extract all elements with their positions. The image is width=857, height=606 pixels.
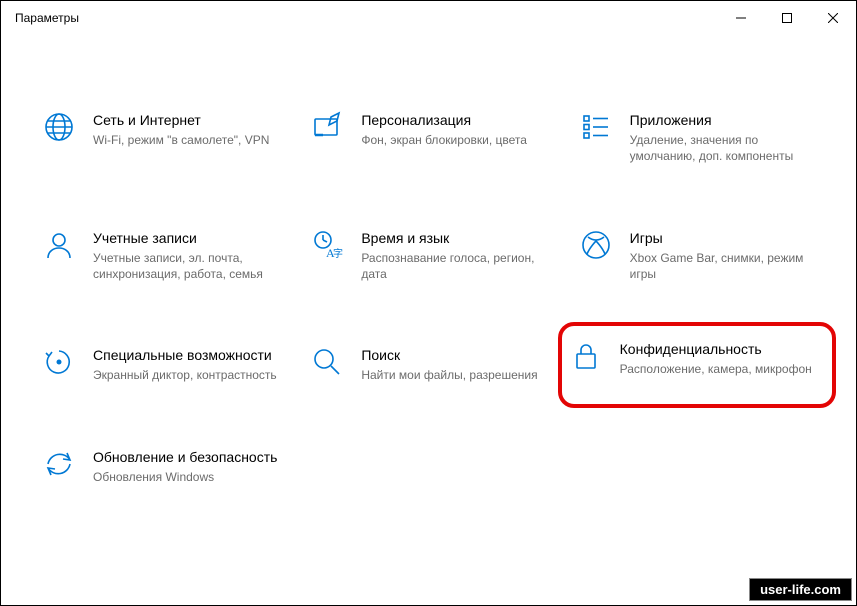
paintbrush-icon xyxy=(309,111,345,147)
window-controls xyxy=(718,1,856,35)
tile-title: Игры xyxy=(630,229,816,247)
tile-title: Поиск xyxy=(361,346,537,364)
tile-search[interactable]: Поиск Найти мои файлы, разрешения xyxy=(303,340,553,389)
tile-title: Конфиденциальность xyxy=(620,340,812,358)
tile-personalization[interactable]: Персонализация Фон, экран блокировки, цв… xyxy=(303,105,553,171)
tile-gaming[interactable]: Игры Xbox Game Bar, снимки, режим игры xyxy=(572,223,822,289)
list-icon xyxy=(578,111,614,147)
tile-desc: Фон, экран блокировки, цвета xyxy=(361,132,527,148)
tile-accounts[interactable]: Учетные записи Учетные записи, эл. почта… xyxy=(35,223,285,289)
globe-icon xyxy=(41,111,77,147)
tile-title: Время и язык xyxy=(361,229,547,247)
lock-icon xyxy=(568,340,604,376)
tile-desc: Найти мои файлы, разрешения xyxy=(361,367,537,383)
minimize-button[interactable] xyxy=(718,1,764,35)
tile-desc: Учетные записи, эл. почта, синхронизация… xyxy=(93,250,279,282)
tile-desc: Расположение, камера, микрофон xyxy=(620,361,812,377)
tile-desc: Wi-Fi, режим "в самолете", VPN xyxy=(93,132,269,148)
xbox-icon xyxy=(578,229,614,265)
tile-privacy[interactable]: Конфиденциальность Расположение, камера,… xyxy=(558,322,836,407)
tile-title: Специальные возможности xyxy=(93,346,277,364)
sync-icon xyxy=(41,448,77,484)
tile-desc: Экранный диктор, контрастность xyxy=(93,367,277,383)
window-title: Параметры xyxy=(15,11,79,25)
maximize-button[interactable] xyxy=(764,1,810,35)
close-button[interactable] xyxy=(810,1,856,35)
time-language-icon: A字 xyxy=(309,229,345,265)
tile-network[interactable]: Сеть и Интернет Wi-Fi, режим "в самолете… xyxy=(35,105,285,171)
settings-grid: Сеть и Интернет Wi-Fi, режим "в самолете… xyxy=(35,105,822,491)
tile-desc: Распознавание голоса, регион, дата xyxy=(361,250,547,282)
person-icon xyxy=(41,229,77,265)
tile-title: Учетные записи xyxy=(93,229,279,247)
tile-desc: Xbox Game Bar, снимки, режим игры xyxy=(630,250,816,282)
search-icon xyxy=(309,346,345,382)
tile-title: Обновление и безопасность xyxy=(93,448,277,466)
accessibility-icon xyxy=(41,346,77,382)
tile-desc: Обновления Windows xyxy=(93,469,277,485)
titlebar: Параметры xyxy=(1,1,856,35)
tile-desc: Удаление, значения по умолчанию, доп. ко… xyxy=(630,132,816,164)
tile-title: Сеть и Интернет xyxy=(93,111,269,129)
tile-apps[interactable]: Приложения Удаление, значения по умолчан… xyxy=(572,105,822,171)
watermark: user-life.com xyxy=(749,578,852,601)
tile-title: Персонализация xyxy=(361,111,527,129)
tile-title: Приложения xyxy=(630,111,816,129)
tile-time-language[interactable]: A字 Время и язык Распознавание голоса, ре… xyxy=(303,223,553,289)
svg-text:字: 字 xyxy=(333,247,343,260)
tile-update[interactable]: Обновление и безопасность Обновления Win… xyxy=(35,442,285,491)
tile-ease-of-access[interactable]: Специальные возможности Экранный диктор,… xyxy=(35,340,285,389)
